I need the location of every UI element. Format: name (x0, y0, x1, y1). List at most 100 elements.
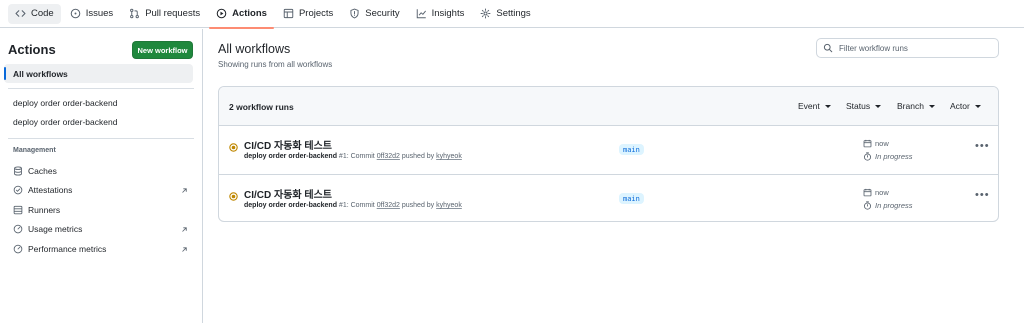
kebab-horizontal-icon[interactable]: ••• (975, 189, 990, 201)
branch-badge[interactable]: main (619, 144, 644, 155)
page-subtitle: Showing runs from all workflows (218, 60, 333, 69)
play-icon (216, 8, 227, 19)
sidebar-item-label: Caches (28, 166, 57, 176)
caret-down-icon (974, 104, 981, 108)
actions-sidebar: Actions New workflow All workflows deplo… (0, 29, 203, 323)
run-meta: deploy order order-backend #1: Commit 0f… (244, 153, 462, 160)
run-time-label: now (875, 139, 889, 148)
management-heading: Management (13, 147, 56, 154)
sidebar-item-label: Runners (28, 205, 61, 215)
pushed-by-label: pushed by (401, 202, 435, 209)
tab-issues[interactable]: Issues (63, 4, 120, 24)
tab-code[interactable]: Code (8, 3, 61, 24)
run-workflow-name: deploy order order-backend (244, 202, 337, 209)
run-number: #1 (338, 202, 347, 209)
stopwatch-icon (863, 152, 872, 161)
sidebar-item-label: Usage metrics (28, 224, 83, 234)
issue-opened-icon (70, 8, 81, 19)
git-pull-request-icon (129, 8, 140, 19)
tab-security-label: Security (365, 8, 400, 19)
in-progress-status-icon (229, 139, 238, 152)
page-title: All workflows (218, 42, 291, 56)
commit-link[interactable]: 0ff32d2 (377, 153, 400, 160)
sidebar-item-performance-metrics[interactable]: Performance metrics (13, 244, 189, 254)
caret-down-icon (928, 104, 935, 108)
actor-link[interactable]: kyhyeok (436, 153, 462, 160)
code-icon (15, 8, 26, 19)
pushed-by-label: pushed by (401, 153, 435, 160)
tab-projects[interactable]: Projects (276, 4, 340, 24)
status-filter-button[interactable]: Status (846, 101, 882, 111)
run-number: #1 (338, 153, 347, 160)
tab-actions-label: Actions (232, 8, 267, 19)
sidebar-item-attestations[interactable]: Attestations (13, 185, 189, 195)
calendar-icon (863, 188, 872, 197)
sidebar-item-workflow[interactable]: deploy order order-backend (13, 117, 189, 127)
run-duration: In progress (863, 201, 913, 210)
verified-icon (13, 185, 23, 195)
workflow-run-row[interactable]: CI/CD 자동화 테스트 deploy order order-backend… (219, 174, 998, 221)
actor-filter-label: Actor (950, 101, 970, 111)
run-time-label: now (875, 188, 889, 197)
database-icon (13, 166, 23, 176)
repo-nav: Code Issues Pull requests Actions Projec… (0, 0, 1024, 29)
actor-filter-button[interactable]: Actor (950, 101, 981, 111)
external-link-icon (181, 185, 189, 195)
sidebar-item-label: Performance metrics (28, 244, 107, 254)
run-workflow-name: deploy order order-backend (244, 153, 337, 160)
commit-link[interactable]: 0ff32d2 (377, 202, 400, 209)
graph-icon (416, 8, 427, 19)
branch-filter-button[interactable]: Branch (897, 101, 935, 111)
run-duration-label: In progress (875, 201, 913, 210)
run-time: now (863, 139, 889, 148)
sidebar-divider (8, 138, 194, 139)
run-time: now (863, 188, 889, 197)
workflow-runs-list: 2 workflow runs Event Status Branch Acto… (218, 86, 999, 222)
tab-projects-label: Projects (298, 8, 334, 19)
sidebar-item-label: Attestations (28, 185, 73, 195)
run-title[interactable]: CI/CD 자동화 테스트 (244, 186, 332, 201)
sidebar-divider (8, 88, 194, 89)
external-link-icon (181, 224, 189, 234)
tab-insights[interactable]: Insights (409, 4, 472, 24)
tab-actions[interactable]: Actions (209, 4, 274, 29)
tab-code-label: Code (31, 8, 54, 19)
calendar-icon (863, 139, 872, 148)
branch-badge[interactable]: main (619, 193, 644, 204)
sidebar-item-caches[interactable]: Caches (13, 166, 189, 176)
tab-settings[interactable]: Settings (473, 4, 537, 24)
table-icon (283, 8, 294, 19)
filter-workflow-runs-input[interactable]: Filter workflow runs (816, 38, 999, 58)
actor-link[interactable]: kyhyeok (436, 202, 462, 209)
commit-label: Commit (350, 153, 375, 160)
meter-icon (13, 224, 23, 234)
sidebar-title: Actions (8, 42, 56, 57)
sidebar-item-usage-metrics[interactable]: Usage metrics (13, 224, 189, 234)
filter-placeholder: Filter workflow runs (839, 43, 908, 53)
run-title[interactable]: CI/CD 자동화 테스트 (244, 137, 332, 152)
run-duration: In progress (863, 152, 913, 161)
tab-insights-label: Insights (431, 8, 465, 19)
sidebar-item-workflow[interactable]: deploy order order-backend (13, 98, 189, 108)
branch-filter-label: Branch (897, 101, 924, 111)
tab-issues-label: Issues (85, 8, 114, 19)
tab-settings-label: Settings (496, 8, 531, 19)
runs-list-header: 2 workflow runs Event Status Branch Acto… (219, 87, 998, 126)
kebab-horizontal-icon[interactable]: ••• (975, 140, 990, 152)
stopwatch-icon (863, 201, 872, 210)
shield-icon (349, 8, 360, 19)
in-progress-status-icon (229, 188, 238, 201)
caret-down-icon (824, 104, 831, 108)
run-meta: deploy order order-backend #1: Commit 0f… (244, 202, 462, 209)
tab-pull-requests[interactable]: Pull requests (122, 4, 207, 24)
commit-label: Commit (350, 202, 375, 209)
event-filter-button[interactable]: Event (798, 101, 831, 111)
tab-security[interactable]: Security (342, 4, 406, 24)
new-workflow-button[interactable]: New workflow (132, 41, 193, 59)
sidebar-item-all-workflows[interactable]: All workflows (4, 64, 193, 83)
sidebar-item-runners[interactable]: Runners (13, 205, 189, 215)
event-filter-label: Event (798, 101, 820, 111)
caret-down-icon (875, 104, 882, 108)
server-icon (13, 205, 23, 215)
workflow-run-row[interactable]: CI/CD 자동화 테스트 deploy order order-backend… (219, 126, 998, 174)
